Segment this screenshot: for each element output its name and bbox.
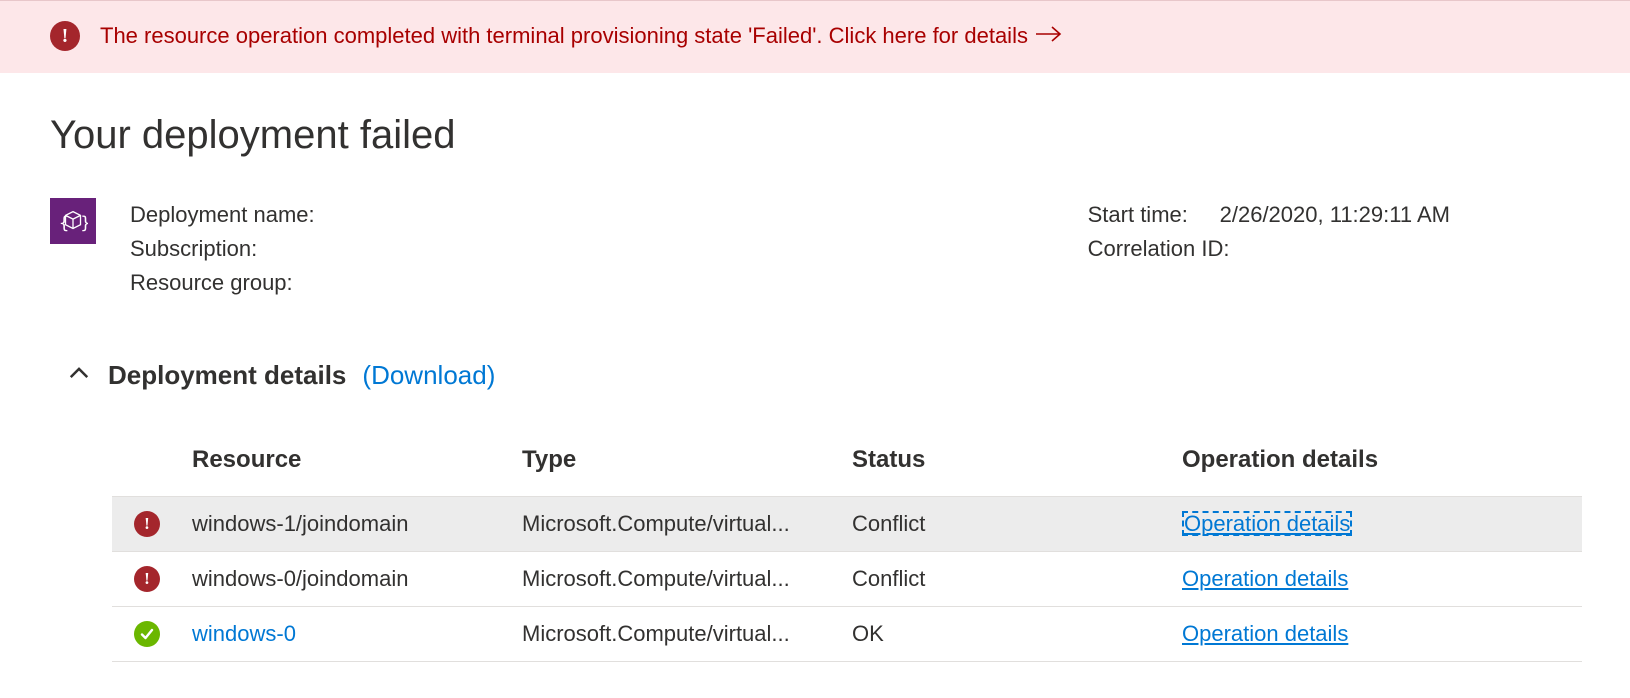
col-resource: Resource <box>192 446 522 497</box>
deployment-name-label: Deployment name: <box>130 198 315 232</box>
col-status: Status <box>852 446 1182 497</box>
download-link[interactable]: (Download) <box>362 360 495 391</box>
operation-details-link[interactable]: Operation details <box>1182 621 1348 646</box>
svg-text:{: { <box>59 213 69 233</box>
svg-text:}: } <box>81 213 89 233</box>
operation-details-link[interactable]: Operation details <box>1182 566 1348 591</box>
error-icon: ! <box>134 566 160 592</box>
alert-message: The resource operation completed with te… <box>100 23 1028 49</box>
cell-status: Conflict <box>852 552 1182 607</box>
error-icon: ! <box>134 511 160 537</box>
deployment-details-table: Resource Type Status Operation details !… <box>112 446 1582 662</box>
chevron-up-icon[interactable] <box>68 362 90 389</box>
start-time-label: Start time: <box>1088 198 1220 232</box>
main-content: Your deployment failed {} Deployment nam… <box>0 73 1630 662</box>
col-type: Type <box>522 446 852 497</box>
table-row[interactable]: ! windows-1/joindomain Microsoft.Compute… <box>112 497 1582 552</box>
cell-type: Microsoft.Compute/virtual... <box>522 607 852 662</box>
cell-resource: windows-0/joindomain <box>192 552 522 607</box>
cell-status: OK <box>852 607 1182 662</box>
cell-resource[interactable]: windows-0 <box>192 621 296 646</box>
cell-status: Conflict <box>852 497 1182 552</box>
exclamation-icon: ! <box>50 21 80 51</box>
error-alert-banner[interactable]: ! The resource operation completed with … <box>0 0 1630 73</box>
success-icon <box>134 621 160 647</box>
operation-details-link[interactable]: Operation details <box>1182 511 1352 536</box>
table-row[interactable]: windows-0 Microsoft.Compute/virtual... O… <box>112 607 1582 662</box>
page-title: Your deployment failed <box>50 113 1630 158</box>
deployment-meta: {} Deployment name: Subscription: Resour… <box>50 198 1630 300</box>
col-operation: Operation details <box>1182 446 1582 497</box>
table-row[interactable]: ! windows-0/joindomain Microsoft.Compute… <box>112 552 1582 607</box>
template-icon: {} <box>50 198 96 244</box>
resource-group-label: Resource group: <box>130 266 315 300</box>
subscription-label: Subscription: <box>130 232 315 266</box>
cell-type: Microsoft.Compute/virtual... <box>522 497 852 552</box>
col-icon <box>112 446 192 497</box>
correlation-id-label: Correlation ID: <box>1088 232 1230 266</box>
cell-resource: windows-1/joindomain <box>192 497 522 552</box>
cell-type: Microsoft.Compute/virtual... <box>522 552 852 607</box>
start-time-value: 2/26/2020, 11:29:11 AM <box>1220 198 1450 232</box>
arrow-right-icon <box>1036 26 1064 47</box>
section-title: Deployment details <box>108 360 346 391</box>
